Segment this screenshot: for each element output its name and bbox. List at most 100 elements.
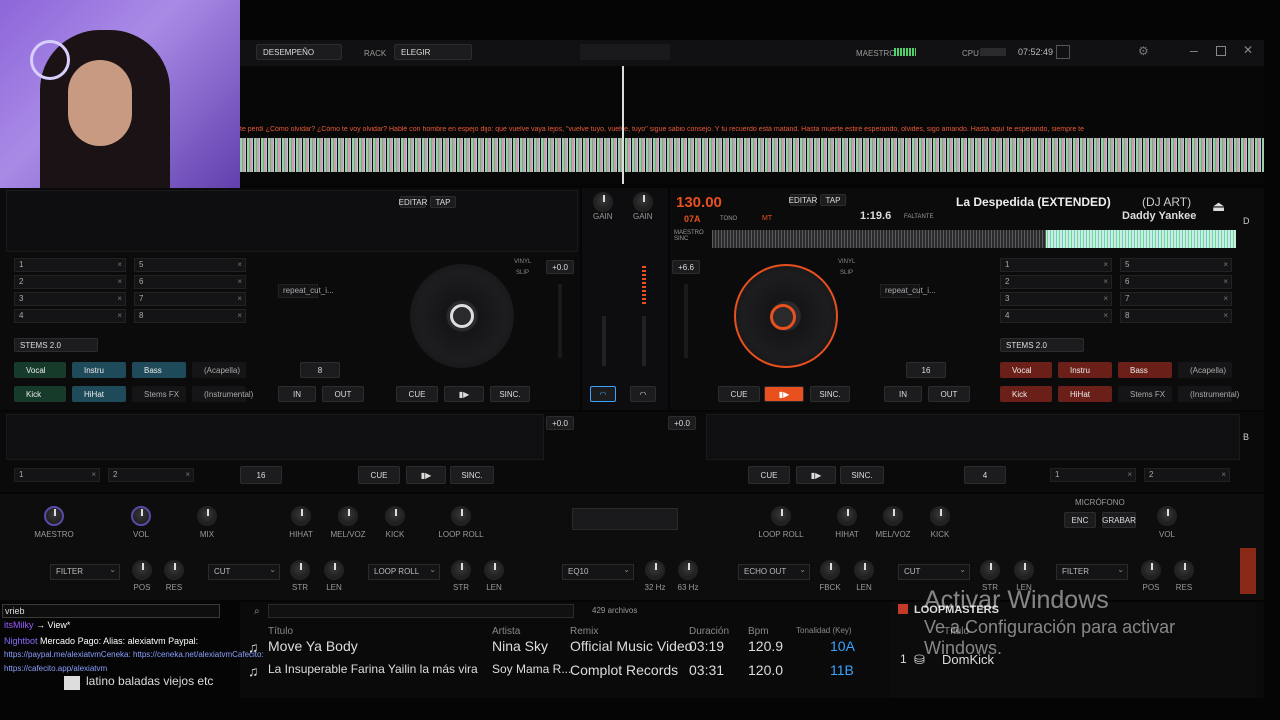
close-icon[interactable]: × <box>1223 276 1228 288</box>
filter-dropdown-left[interactable]: FILTER <box>50 563 120 580</box>
hotcue-4[interactable]: 4 × <box>1000 309 1112 323</box>
cue-button[interactable]: CUE <box>718 386 760 402</box>
close-icon[interactable]: × <box>237 310 242 322</box>
maximize-icon[interactable] <box>1216 46 1226 56</box>
cue-button[interactable]: CUE <box>396 386 438 402</box>
close-icon[interactable]: ✕ <box>1243 43 1253 57</box>
str-knob-2[interactable] <box>451 560 471 580</box>
stem-vocal[interactable]: Vocal <box>14 362 66 378</box>
close-icon[interactable]: × <box>237 276 242 288</box>
kick-knob-left[interactable] <box>385 506 405 526</box>
lower-left-slot-2[interactable]: 2 × <box>108 468 194 482</box>
volume-fader-left[interactable] <box>602 316 606 366</box>
hotcue-5[interactable]: 5 × <box>1120 258 1232 272</box>
stem-fx[interactable]: Stems FX <box>1118 386 1172 402</box>
stems-dropdown[interactable]: STEMS 2.0 <box>14 338 98 352</box>
mic-record-button[interactable]: GRABAR <box>1102 512 1136 528</box>
hihat-knob-right[interactable] <box>837 506 857 526</box>
close-icon[interactable]: × <box>1223 259 1228 271</box>
eq10-dropdown[interactable]: EQ10 <box>562 563 634 580</box>
echo-out-dropdown[interactable]: ECHO OUT <box>738 563 810 580</box>
stem-instru[interactable]: Instru <box>1058 362 1112 378</box>
stem-instru[interactable]: Instru <box>72 362 126 378</box>
sampler-slot[interactable]: repeat_cut_i... <box>278 284 334 298</box>
col-title[interactable]: Título <box>268 626 293 637</box>
loop-in-button[interactable]: IN <box>278 386 316 402</box>
waveform-area[interactable]: te perdí ¿Cómo olvidar? ¿Cómo te voy olv… <box>240 66 1264 184</box>
len-knob-3[interactable] <box>854 560 874 580</box>
stems-dropdown[interactable]: STEMS 2.0 <box>1000 338 1084 352</box>
close-icon[interactable]: × <box>1223 293 1228 305</box>
sync-button[interactable]: SINC. <box>490 386 530 402</box>
hotcue-3[interactable]: 3 × <box>1000 292 1112 306</box>
lower-right-sync[interactable]: SINC. <box>840 466 884 484</box>
kick-knob-right[interactable] <box>930 506 950 526</box>
deck-left-tap-button[interactable]: TAP <box>430 196 456 208</box>
lower-right-cue[interactable]: CUE <box>748 466 790 484</box>
hotcue-8[interactable]: 8 × <box>1120 309 1232 323</box>
close-icon[interactable]: × <box>237 259 242 271</box>
fbck-knob[interactable] <box>820 560 840 580</box>
pitch-slider[interactable] <box>558 284 562 358</box>
lower-right-slot-1[interactable]: 1 × <box>1050 468 1136 482</box>
str-knob-left[interactable] <box>290 560 310 580</box>
chat-link[interactable]: https://paypal.me/alexiatvmCeneka: https… <box>4 650 264 659</box>
browser-toggle-icon[interactable] <box>1056 45 1070 59</box>
mic-enc-button[interactable]: ENC <box>1064 512 1096 528</box>
close-icon[interactable]: × <box>91 469 96 481</box>
headphone-left-button[interactable]: ◠ <box>590 386 616 402</box>
deck-right-edit-button[interactable]: EDITAR <box>789 194 817 206</box>
loop-roll-knob-left[interactable] <box>451 506 471 526</box>
mode-dropdown[interactable]: DESEMPEÑO <box>256 44 342 60</box>
loop-value[interactable]: 8 <box>300 362 340 378</box>
close-icon[interactable]: × <box>117 276 122 288</box>
lower-left-slot-1[interactable]: 1 × <box>14 468 100 482</box>
rack-dropdown[interactable]: ELEGIR <box>394 44 472 60</box>
len-knob-left[interactable] <box>324 560 344 580</box>
volume-fader-right[interactable] <box>642 316 646 366</box>
hotcue-7[interactable]: 7 × <box>134 292 246 306</box>
close-icon[interactable]: × <box>1127 469 1132 481</box>
stem-bass[interactable]: Bass <box>1118 362 1172 378</box>
len-knob-2[interactable] <box>484 560 504 580</box>
chat-input[interactable]: vrieb <box>2 604 220 618</box>
stem-bass[interactable]: Bass <box>132 362 186 378</box>
lower-right-loop[interactable]: 4 <box>964 466 1006 484</box>
lower-right-slot-2[interactable]: 2 × <box>1144 468 1230 482</box>
hotcue-7[interactable]: 7 × <box>1120 292 1232 306</box>
close-icon[interactable]: × <box>1103 276 1108 288</box>
close-icon[interactable]: × <box>117 310 122 322</box>
loop-roll-knob-right[interactable] <box>771 506 791 526</box>
mix-knob[interactable] <box>197 506 217 526</box>
gain-left-knob[interactable] <box>593 192 613 212</box>
stem-hihat[interactable]: HiHat <box>72 386 126 402</box>
maestro-knob[interactable] <box>44 506 64 526</box>
hotcue-6[interactable]: 6 × <box>1120 275 1232 289</box>
hz32-knob[interactable] <box>645 560 665 580</box>
col-key[interactable]: Tonalidad (Key) <box>796 626 852 635</box>
lower-left-loop[interactable]: 16 <box>240 466 282 484</box>
stem-vocal[interactable]: Vocal <box>1000 362 1052 378</box>
table-row[interactable]: ♫ La Insuperable Farina Yailin la más vi… <box>246 662 866 680</box>
close-icon[interactable]: × <box>185 469 190 481</box>
close-icon[interactable]: × <box>1223 310 1228 322</box>
lower-left-sync[interactable]: SINC. <box>450 466 494 484</box>
stem-acapella[interactable]: (Acapella) <box>192 362 246 378</box>
table-row[interactable]: ♫ Move Ya Body Nina Sky Official Music V… <box>246 638 866 656</box>
play-pause-button[interactable]: ▮▶ <box>444 386 484 402</box>
crossfader[interactable] <box>572 508 678 530</box>
mic-vol-knob[interactable] <box>1157 506 1177 526</box>
sampler-slot[interactable]: repeat_cut_i... <box>880 284 936 298</box>
lower-left-play[interactable]: ▮▶ <box>406 466 446 484</box>
loop-in-button[interactable]: IN <box>884 386 922 402</box>
col-duration[interactable]: Duración <box>689 626 729 637</box>
loop-out-button[interactable]: OUT <box>928 386 970 402</box>
deck-left-edit-button[interactable]: EDITAR <box>399 196 427 208</box>
hihat-knob-left[interactable] <box>291 506 311 526</box>
stem-kick[interactable]: Kick <box>14 386 66 402</box>
stem-fx[interactable]: Stems FX <box>132 386 186 402</box>
hotcue-2[interactable]: 2 × <box>14 275 126 289</box>
pos-knob-right[interactable] <box>1141 560 1161 580</box>
hz63-knob[interactable] <box>678 560 698 580</box>
melvoz-knob-left[interactable] <box>338 506 358 526</box>
